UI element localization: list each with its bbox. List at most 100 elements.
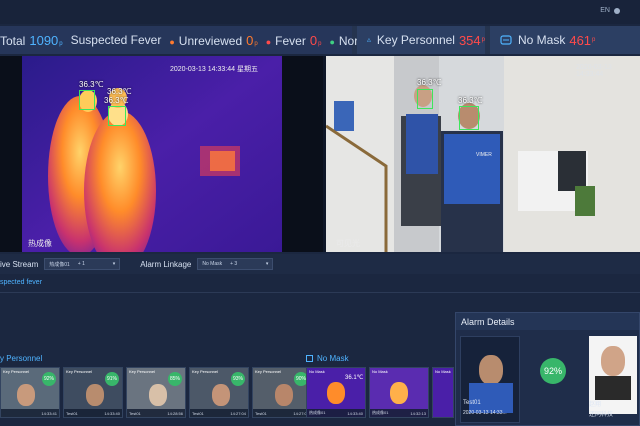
thumb-time: 14:33:40 (104, 410, 120, 416)
thermal-timestamp: 2020-03-13 14:33:44 星期五 (170, 66, 258, 73)
thumb-footer: 热成像01 14:33:40 (307, 409, 365, 417)
face-image (479, 355, 503, 385)
total-label: Total (0, 33, 26, 48)
live-stream-count: + 1 (77, 261, 85, 267)
thumb-camera: Test01 (192, 410, 204, 416)
thumb-time: 14:33:40 (347, 410, 363, 416)
face-detect-box (417, 89, 433, 109)
language-switch[interactable]: EN (600, 7, 620, 14)
face-image (275, 384, 293, 406)
key-personnel-thumb[interactable]: Key Personnel 92% 14:33:41 (0, 367, 60, 418)
thumb-tag: Key Personnel (129, 369, 156, 374)
normal-dot-icon: ● (329, 36, 335, 47)
temp-tag: 36.3℃ (417, 78, 442, 87)
face-image (601, 346, 625, 376)
face-image (390, 382, 408, 404)
no-mask-section-label: No Mask (306, 354, 349, 363)
key-personnel-thumb[interactable]: Key Personnel 90% Test01 14:27:03 (252, 367, 312, 418)
thumb-time: 14:27:04 (230, 410, 246, 416)
suspected-fever-section-label: spected fever (0, 279, 43, 286)
fever-stat[interactable]: ● Fever 0 p (266, 33, 322, 48)
vest-text: VIMER (476, 152, 492, 158)
face-image (17, 384, 35, 406)
total-unit: p (59, 40, 63, 47)
alarm-match-score: 92% (540, 358, 566, 384)
total-value: 1090 (29, 32, 59, 48)
face-detect-box (108, 106, 126, 126)
key-personnel-unit: p (481, 37, 485, 43)
thermal-scene (22, 56, 282, 252)
key-personnel-heading: y Personnel (0, 354, 43, 363)
thumb-footer: 14:33:41 (1, 409, 59, 417)
key-personnel-card[interactable]: Key Personnel 354 p (357, 26, 485, 54)
checkbox-icon (306, 355, 313, 362)
suspected-fever-label-wrap: Suspected Fever (71, 33, 162, 47)
alarm-person-company: 还同科技 (589, 412, 614, 418)
globe-icon (614, 7, 620, 14)
alarm-details-title: Alarm Details (461, 316, 515, 327)
live-stream-control: ive Stream 热成像01 + 1 ▾ (0, 258, 121, 270)
no-mask-thumb[interactable]: No Mask 热成像01 14:32:13 (369, 367, 429, 418)
video-controls: ive Stream 热成像01 + 1 ▾ Alarm Linkage No … (0, 254, 640, 274)
match-score: 93% (231, 372, 245, 386)
visible-video[interactable]: 2020-03-13 14:33:44 可见光 36.3℃ 36.3℃ VIME… (326, 56, 640, 252)
key-personnel-value: 354 (458, 32, 481, 48)
match-score: 85% (168, 372, 182, 386)
no-mask-thumb[interactable]: No Mask 36.1℃ 热成像01 14:33:40 (306, 367, 366, 418)
thumb-tag: No Mask (372, 369, 388, 374)
live-stream-label: ive Stream (0, 259, 39, 269)
alarm-linkage-select[interactable]: No Mask + 3 ▾ (197, 258, 274, 270)
thumb-camera: Test01 (129, 410, 141, 416)
thumb-camera: Test01 (255, 410, 267, 416)
warning-triangle-icon (367, 37, 371, 42)
section-divider (0, 292, 640, 293)
temp-tag: 36.3℃ (107, 87, 132, 96)
shirt-image (595, 376, 631, 400)
alarm-linkage-control: Alarm Linkage No Mask + 3 ▾ (140, 258, 274, 270)
chevron-down-icon: ▾ (112, 261, 116, 267)
unreviewed-value: 0 (246, 32, 254, 48)
thumb-time: 14:32:13 (410, 410, 426, 416)
language-label: EN (600, 7, 610, 14)
alarm-details-panel: Alarm Details Test01 2020-03-13 14:33...… (455, 312, 640, 426)
key-personnel-section-label: y Personnel (0, 354, 42, 363)
no-mask-thumb[interactable]: No Mask (432, 367, 454, 418)
no-mask-value: 461 (569, 32, 592, 48)
unreviewed-dot-icon: ● (169, 36, 175, 47)
vest-image (469, 383, 513, 413)
thermal-video[interactable]: 2020-03-13 14:33:44 星期五 热成像 36.3℃ 36.3℃ … (0, 56, 323, 252)
top-bar: EN (0, 0, 640, 24)
thumb-temp: 36.1℃ (345, 375, 364, 381)
face-image (86, 384, 104, 406)
unreviewed-stat[interactable]: ● Unreviewed 0 p (169, 33, 257, 48)
thermal-camera-label: 热成像 (28, 239, 52, 248)
face-detect-box (79, 90, 95, 110)
key-personnel-thumb[interactable]: Key Personnel 91% Test01 14:33:40 (63, 367, 123, 418)
temp-tag: 36.3℃ (458, 96, 483, 105)
no-mask-heading: No Mask (317, 354, 349, 363)
thumb-tag: Key Personnel (3, 369, 30, 374)
thumb-time: 14:28:56 (167, 410, 183, 416)
stats-bar: Total 1090 p Suspected Fever ● Unreviewe… (0, 26, 640, 54)
visible-camera-label: 可见光 (336, 239, 360, 248)
thumb-footer: Test01 14:33:40 (64, 409, 122, 417)
unreviewed-label: Unreviewed (178, 33, 243, 48)
fever-value: 0 (309, 32, 318, 48)
key-personnel-thumb[interactable]: Key Personnel 93% Test01 14:27:04 (189, 367, 249, 418)
key-personnel-thumb[interactable]: Key Personnel 85% Test01 14:28:56 (126, 367, 186, 418)
alarm-person-name: 赵翔 (589, 402, 602, 408)
fever-unit: p (318, 40, 322, 47)
thumb-time: 14:33:41 (41, 410, 57, 416)
thumb-footer: Test01 14:28:56 (127, 409, 185, 417)
thumb-camera: Test01 (66, 410, 78, 416)
no-mask-unit: p (592, 37, 596, 43)
alarm-time: 2020-03-13 14:33... (463, 410, 507, 416)
unreviewed-unit: p (254, 40, 258, 47)
thumb-tag: No Mask (309, 369, 325, 374)
thumb-tag: No Mask (435, 369, 451, 374)
video-area: 2020-03-13 14:33:44 星期五 热成像 36.3℃ 36.3℃ … (0, 56, 640, 252)
no-mask-card[interactable]: No Mask 461 p (490, 26, 640, 54)
alarm-snapshot[interactable]: Test01 2020-03-13 14:33... (460, 336, 520, 423)
temp-tag: 36.3℃ (104, 96, 129, 105)
live-stream-select[interactable]: 热成像01 + 1 ▾ (44, 258, 121, 270)
